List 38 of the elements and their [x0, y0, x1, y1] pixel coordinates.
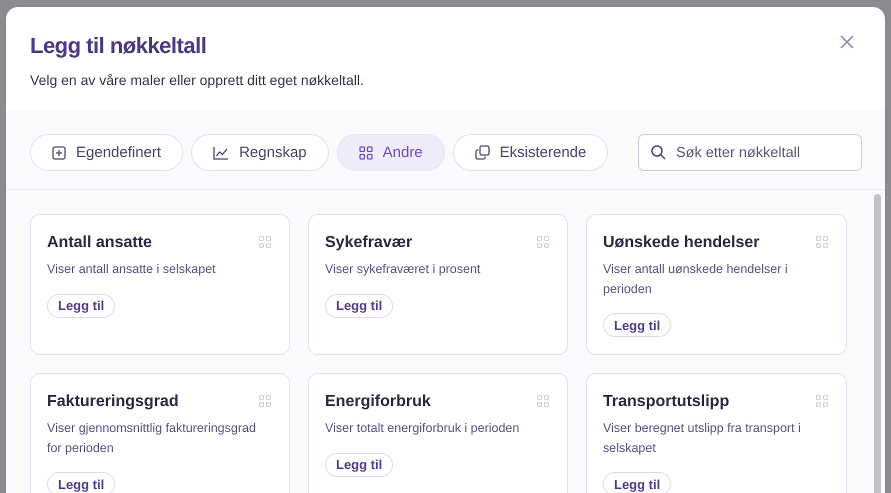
card-title: Antall ansatte [47, 234, 153, 252]
grid-icon [259, 236, 271, 248]
grid-icon [537, 395, 549, 407]
line-chart-icon [213, 146, 230, 160]
filter-tab[interactable]: Andre [336, 134, 445, 171]
card-title: Faktureringsgrad [47, 393, 180, 411]
dialog-title: Legg til nøkkeltall [30, 33, 208, 59]
plus-square-icon [52, 146, 66, 160]
grid-icon [537, 236, 549, 248]
filter-tab[interactable]: Egendefinert [30, 134, 184, 171]
card-description: Viser antall uønskede hendelser i perioden [603, 261, 789, 298]
card-description: Viser totalt energiforbruk i perioden [325, 420, 520, 437]
add-button[interactable]: Legg til [603, 472, 672, 493]
filter-tab[interactable]: Regnskap [191, 134, 329, 171]
add-button[interactable]: Legg til [603, 313, 672, 337]
card-description: Viser antall ansatte i selskapet [47, 261, 217, 278]
dialog-subtitle: Velg en av våre maler eller opprett ditt eget nøkkeltall. [30, 72, 364, 88]
add-button[interactable]: Legg til [47, 294, 116, 318]
add-button[interactable]: Legg til [325, 294, 394, 318]
add-button[interactable]: Legg til [47, 472, 116, 493]
grid-icon [816, 395, 828, 407]
search-field[interactable]: Søk etter nøkkeltall [638, 134, 862, 171]
card-description: Viser sykefraværet i prosent [325, 261, 482, 278]
search-icon [651, 145, 666, 160]
copy-icon [474, 145, 490, 160]
grid-icon [816, 236, 828, 248]
scrollbar-thumb[interactable] [874, 194, 881, 493]
grid-icon [259, 395, 271, 407]
card-title: Sykefravær [325, 234, 414, 252]
close-icon[interactable] [839, 35, 855, 51]
card-title: Uønskede hendelser [603, 234, 760, 252]
grid-icon [358, 146, 373, 160]
card-description: Viser beregnet utslipp fra transport i selskapet [603, 420, 802, 457]
card-title: Transportutslipp [603, 393, 730, 411]
add-button[interactable]: Legg til [325, 452, 394, 476]
filter-tab[interactable]: Eksisterende [452, 134, 608, 171]
card-title: Energiforbruk [325, 393, 432, 411]
card-description: Viser gjennomsnittlig faktureringsgrad for perioden [47, 420, 257, 457]
